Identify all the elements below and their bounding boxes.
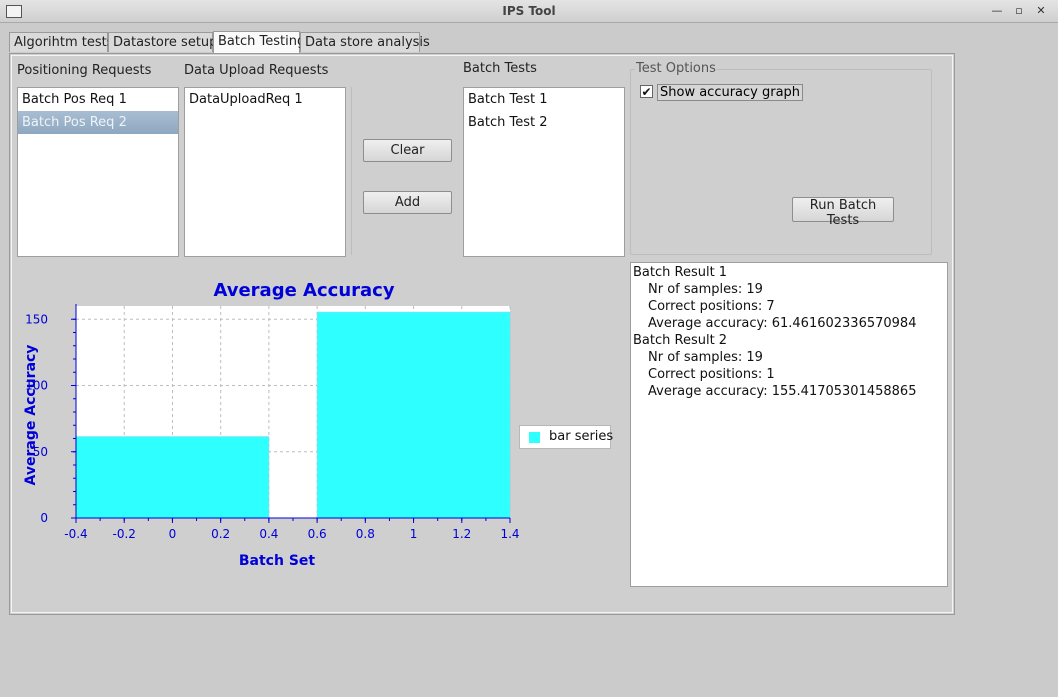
clear-button[interactable]: Clear	[363, 139, 452, 162]
bar-2	[316, 311, 511, 519]
title-bar: IPS Tool — ▫ ✕	[0, 0, 1058, 23]
x-tick-label: 0.2	[211, 527, 230, 541]
list-item[interactable]: Batch Test 2	[464, 111, 624, 134]
y-tick-label: 0	[40, 511, 48, 525]
run-batch-tests-button[interactable]: Run Batch Tests	[792, 197, 894, 228]
list-item[interactable]: DataUploadReq 1	[185, 88, 345, 111]
chart-legend: bar series	[519, 425, 614, 449]
add-button[interactable]: Add	[363, 191, 452, 214]
close-icon[interactable]: ✕	[1034, 4, 1048, 17]
list-item[interactable]: Batch Test 1	[464, 88, 624, 111]
data-upload-requests-label: Data Upload Requests	[184, 63, 329, 78]
show-accuracy-graph-label[interactable]: Show accuracy graph	[657, 84, 804, 101]
result-line: Nr of samples: 19	[648, 350, 763, 365]
result-heading: Batch Result 1	[633, 265, 728, 280]
x-tick-label: 0	[169, 527, 177, 541]
tab-batch-testing[interactable]: Batch Testing	[213, 31, 305, 53]
result-line: Average accuracy: 61.461602336570984	[648, 316, 917, 331]
x-tick-label: 0.6	[308, 527, 327, 541]
result-heading: Batch Result 2	[633, 333, 728, 348]
bar-1	[75, 436, 270, 519]
app-window: IPS Tool — ▫ ✕ Algorihtm tests Datastore…	[0, 0, 1058, 697]
y-tick-label: 150	[25, 312, 48, 326]
average-accuracy-chart: -0.4 -0.2 0 0.2 0.4 0.6 0.8 1 1.2 1.4050100150Ave…	[23, 280, 520, 569]
data-upload-requests-list[interactable]: DataUploadReq 1	[184, 87, 346, 257]
y-axis-title: Average Accuracy	[23, 345, 39, 486]
minimize-icon[interactable]: —	[990, 4, 1004, 17]
legend-label: bar series	[549, 429, 614, 444]
positioning-requests-list[interactable]: Batch Pos Req 1 Batch Pos Req 2	[17, 87, 179, 257]
x-axis-title: Batch Set	[239, 553, 316, 569]
x-tick-label: -0.2	[113, 527, 136, 541]
separator	[351, 87, 352, 255]
x-tick-label: 1.2	[452, 527, 471, 541]
x-tick-label: 0.8	[356, 527, 375, 541]
tab-algorithm-tests[interactable]: Algorihtm tests	[9, 32, 114, 52]
test-options-label: Test Options	[635, 61, 717, 76]
batch-results-text[interactable]: Batch Result 1 Nr of samples: 19 Correct…	[630, 262, 948, 587]
window-title: IPS Tool	[502, 4, 556, 18]
result-line: Correct positions: 7	[648, 299, 775, 314]
x-tick-label: 0.4	[259, 527, 278, 541]
result-line: Correct positions: 1	[648, 367, 775, 382]
chart-title: Average Accuracy	[213, 280, 394, 301]
x-tick-label: 1.4	[500, 527, 519, 541]
list-item[interactable]: Batch Pos Req 1	[18, 88, 178, 111]
tab-data-store-analysis[interactable]: Data store analysis	[300, 32, 430, 52]
tab-datastore-setup[interactable]: Datastore setup	[108, 32, 217, 52]
x-tick-label: 1	[410, 527, 418, 541]
batch-tests-list[interactable]: Batch Test 1 Batch Test 2	[463, 87, 625, 257]
batch-tests-label: Batch Tests	[463, 61, 537, 76]
maximize-icon[interactable]: ▫	[1012, 4, 1026, 17]
x-tick-label: -0.4	[64, 527, 87, 541]
result-line: Average accuracy: 155.41705301458865	[648, 384, 917, 399]
checkbox-check-icon[interactable]: ✔	[640, 85, 653, 98]
result-line: Nr of samples: 19	[648, 282, 763, 297]
legend-swatch	[529, 432, 540, 443]
positioning-requests-label: Positioning Requests	[17, 63, 152, 78]
list-item[interactable]: Batch Pos Req 2	[18, 111, 178, 134]
